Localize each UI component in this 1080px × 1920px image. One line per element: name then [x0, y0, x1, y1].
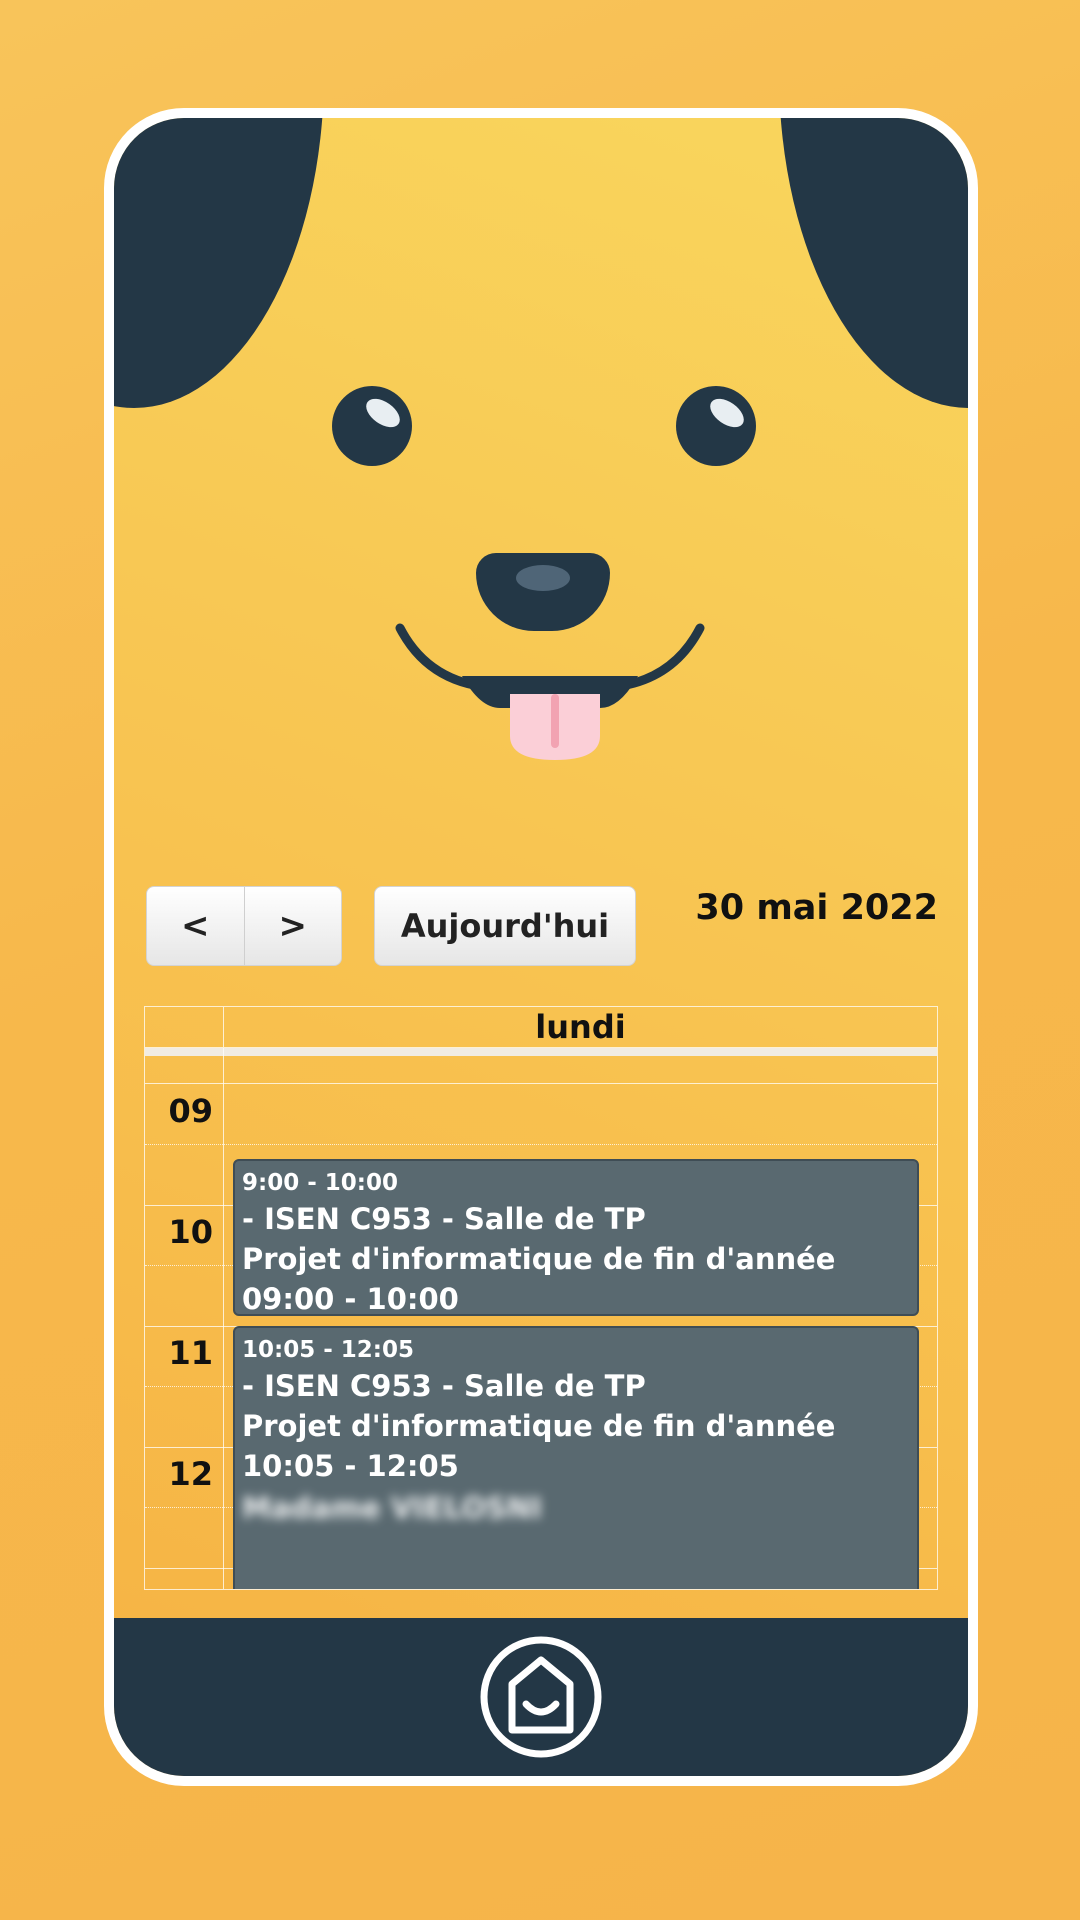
event-time-detail: 10:05 - 12:05 [242, 1449, 459, 1483]
calendar-event[interactable]: 10:05 - 12:05 - ISEN C953 - Salle de TP … [233, 1326, 919, 1589]
event-title: Projet d'informatique de fin d'année [242, 1409, 836, 1443]
event-time: 9:00 - 10:00 [242, 1170, 398, 1196]
day-header: lundi [535, 1008, 626, 1046]
next-button[interactable]: > [243, 887, 342, 965]
date-title: 30 mai 2022 [695, 888, 938, 928]
dog-ear-right [779, 118, 968, 408]
time-grid[interactable]: 09 10 11 12 9:00 - 10:00 - ISEN C953 - S… [145, 1048, 937, 1589]
home-icon[interactable] [478, 1634, 604, 1760]
event-teacher: Madame VIELOSNI [242, 1491, 542, 1525]
calendar-divider [145, 1048, 937, 1056]
nav-button-group: < > [146, 886, 342, 966]
dog-eye-right [676, 386, 756, 466]
hour-label: 09 [168, 1092, 213, 1130]
event-title: Projet d'informatique de fin d'année [242, 1242, 836, 1276]
all-day-row[interactable] [145, 1056, 937, 1084]
dog-eye-left [332, 386, 412, 466]
prev-button[interactable]: < [147, 887, 244, 965]
calendar-event[interactable]: 9:00 - 10:00 - ISEN C953 - Salle de TP P… [233, 1159, 919, 1316]
day-calendar: lundi 09 10 11 12 9:00 - 10:00 - ISEN C9… [144, 1006, 938, 1590]
event-time: 10:05 - 12:05 [242, 1337, 414, 1363]
dog-ear-left [114, 118, 324, 408]
event-location: - ISEN C953 - Salle de TP [242, 1369, 646, 1403]
phone-frame: < > Aujourd'hui 30 mai 2022 lundi 09 10 [104, 108, 978, 1786]
event-location: - ISEN C953 - Salle de TP [242, 1202, 646, 1236]
hour-label: 10 [168, 1213, 213, 1251]
hour-label: 11 [168, 1334, 213, 1372]
dog-mouth [395, 623, 705, 760]
event-time-detail: 09:00 - 10:00 [242, 1282, 459, 1316]
hour-label: 12 [168, 1455, 213, 1493]
today-button[interactable]: Aujourd'hui [374, 886, 636, 966]
calendar-header: lundi [145, 1007, 937, 1048]
bottom-nav-bar [114, 1618, 968, 1776]
header-gutter [145, 1007, 224, 1047]
app-screen: < > Aujourd'hui 30 mai 2022 lundi 09 10 [114, 118, 968, 1776]
